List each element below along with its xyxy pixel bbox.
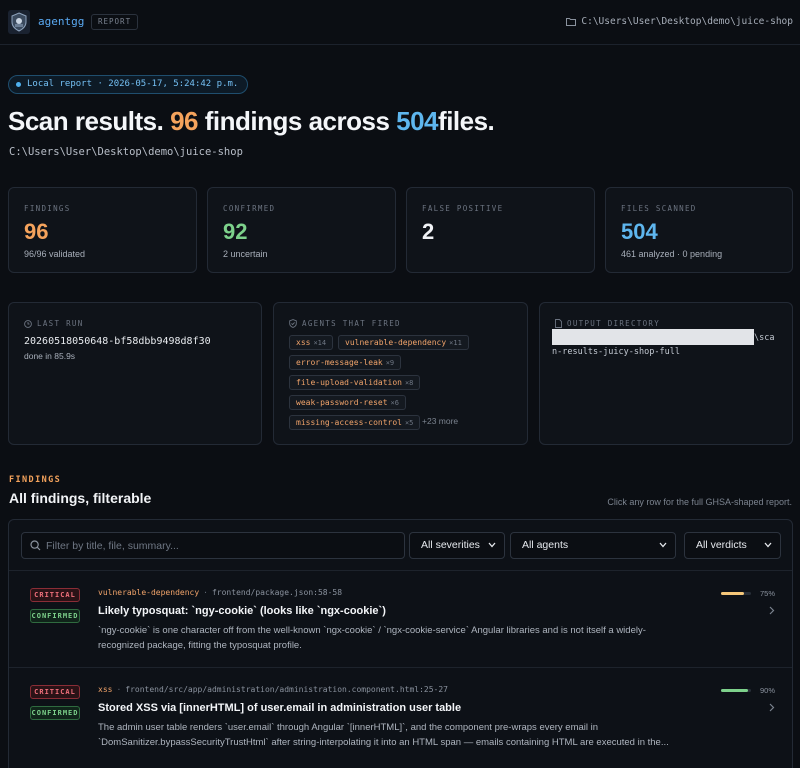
clock-icon: [24, 319, 32, 328]
last-run-label: LAST RUN: [24, 319, 84, 328]
agent-tag[interactable]: missing-access-control ×5: [289, 415, 421, 430]
agents-label: AGENTS THAT FIRED: [289, 319, 401, 328]
confidence-bar: [721, 592, 751, 595]
chevron-down-icon: [488, 542, 496, 548]
agent-tag[interactable]: file-upload-validation ×8: [289, 375, 421, 390]
stat-card-files-scanned: FILES SCANNED 504 461 analyzed · 0 pendi…: [605, 187, 793, 273]
confidence-fill: [721, 592, 744, 595]
finding-meta: xss · frontend/src/app/administration/admi…: [98, 685, 448, 694]
section-eyebrow: FINDINGS: [9, 475, 62, 485]
stat-sub: 2 uncertain: [223, 249, 268, 259]
verdict-select[interactable]: All verdicts: [684, 532, 781, 559]
search-box[interactable]: [21, 532, 405, 559]
finding-meta: vulnerable-dependency · frontend/package.j…: [98, 588, 343, 597]
last-run-card: LAST RUN 20260518050648-bf58dbb9498d8f30…: [8, 302, 262, 445]
finding-description: The admin user table renders `user.email…: [98, 722, 669, 748]
title-prefix: Scan results.: [8, 106, 164, 136]
finding-row[interactable]: CRITICAL CONFIRMED xss · frontend/src/app/…: [9, 668, 792, 764]
agent-tag[interactable]: weak-password-reset ×6: [289, 395, 406, 410]
page-title: Scan results. 96 findings across 504file…: [8, 106, 495, 137]
title-files-count: 504: [396, 106, 439, 136]
verdict-badge: CONFIRMED: [30, 706, 80, 720]
finding-description: `ngy-cookie` is one character off from t…: [98, 625, 646, 651]
output-path-line2: n-results-juicy-shop-full: [552, 347, 680, 357]
confidence-percent: 75%: [760, 589, 776, 598]
agent-tag[interactable]: error-message-leak ×9: [289, 355, 402, 370]
redacted-path: [552, 329, 754, 345]
run-duration: done in 85.9s: [24, 351, 76, 361]
brand-name[interactable]: agentgg: [38, 15, 84, 28]
title-suffix: files.: [438, 106, 495, 136]
top-bar: agentgg REPORT C:\Users\User\Desktop\dem…: [0, 0, 800, 45]
severity-select-value: All severities: [421, 539, 480, 551]
stat-value: 92: [223, 219, 248, 244]
output-directory-card: OUTPUT DIRECTORY \sca n-results-juicy-sh…: [539, 302, 793, 445]
stat-label: FINDINGS: [24, 204, 71, 213]
finding-file: frontend/src/app/administration/administ…: [125, 685, 448, 694]
local-report-pill: Local report · 2026-05-17, 5:24:42 p.m.: [8, 75, 249, 94]
severity-badge: CRITICAL: [30, 588, 80, 602]
shield-check-icon: [289, 319, 297, 328]
finding-row[interactable]: CRITICAL CONFIRMED vulnerable-dependency…: [9, 571, 792, 667]
output-path-tail: \sca: [754, 333, 775, 343]
chevron-down-icon: [659, 542, 667, 548]
status-dot-icon: [16, 82, 21, 87]
findings-panel: All severities All agents All verdicts C…: [8, 519, 793, 768]
stat-value: 504: [621, 219, 658, 244]
section-title: All findings, filterable: [9, 490, 152, 506]
project-path: C:\Users\User\Desktop\demo\juice-shop: [566, 16, 793, 27]
chevron-right-icon: [769, 606, 775, 615]
stat-sub: 461 analyzed · 0 pending: [621, 249, 723, 259]
stat-card-false-positive: FALSE POSITIVE 2: [406, 187, 595, 273]
shield-logo-icon: [8, 10, 30, 34]
stat-card-findings: FINDINGS 96 96/96 validated: [8, 187, 197, 273]
agents-card: AGENTS THAT FIRED xss ×14 vulnerable-depe…: [273, 302, 528, 445]
stat-value: 96: [24, 219, 49, 244]
title-mid: findings across: [204, 106, 390, 136]
confidence-bar: [721, 689, 751, 692]
chevron-down-icon: [764, 542, 772, 548]
run-id: 20260518050648-bf58dbb9498d8f30: [24, 336, 211, 347]
confidence-percent: 90%: [760, 686, 776, 695]
search-icon: [30, 540, 41, 551]
report-badge: REPORT: [91, 14, 139, 30]
stat-sub: 96/96 validated: [24, 249, 86, 259]
project-path-text: C:\Users\User\Desktop\demo\juice-shop: [581, 16, 793, 27]
stat-label: CONFIRMED: [223, 204, 276, 213]
stat-card-confirmed: CONFIRMED 92 2 uncertain: [207, 187, 396, 273]
agent-tag[interactable]: xss ×14: [289, 335, 334, 350]
agent-select[interactable]: All agents: [510, 532, 676, 559]
severity-select[interactable]: All severities: [409, 532, 505, 559]
finding-agent: vulnerable-dependency: [98, 588, 200, 597]
folder-icon: [566, 18, 577, 26]
finding-agent: xss: [98, 685, 113, 694]
stat-label: FILES SCANNED: [621, 204, 697, 213]
more-agents-link[interactable]: +23 more: [422, 416, 458, 426]
verdict-select-value: All verdicts: [696, 539, 747, 551]
stat-value: 2: [422, 219, 435, 244]
confidence-fill: [721, 689, 748, 692]
section-hint: Click any row for the full GHSA-shaped r…: [607, 497, 792, 507]
finding-title: Stored XSS via [innerHTML] of user.email…: [98, 702, 462, 714]
finding-title: Likely typosquat: `ngy-cookie` (looks li…: [98, 605, 386, 617]
agent-select-value: All agents: [522, 539, 569, 551]
search-input[interactable]: [46, 533, 396, 558]
stat-label: FALSE POSITIVE: [422, 204, 504, 213]
severity-badge: CRITICAL: [30, 685, 80, 699]
output-label: OUTPUT DIRECTORY: [555, 319, 660, 328]
agent-tag[interactable]: vulnerable-dependency ×11: [338, 335, 469, 350]
finding-file: frontend/package.json:58-58: [211, 588, 343, 597]
chevron-right-icon: [769, 703, 775, 712]
file-icon: [555, 319, 562, 328]
scan-path: C:\Users\User\Desktop\demo\juice-shop: [9, 146, 243, 158]
title-findings-count: 96: [170, 106, 199, 136]
verdict-badge: CONFIRMED: [30, 609, 80, 623]
local-report-text: Local report · 2026-05-17, 5:24:42 p.m.: [27, 79, 239, 89]
